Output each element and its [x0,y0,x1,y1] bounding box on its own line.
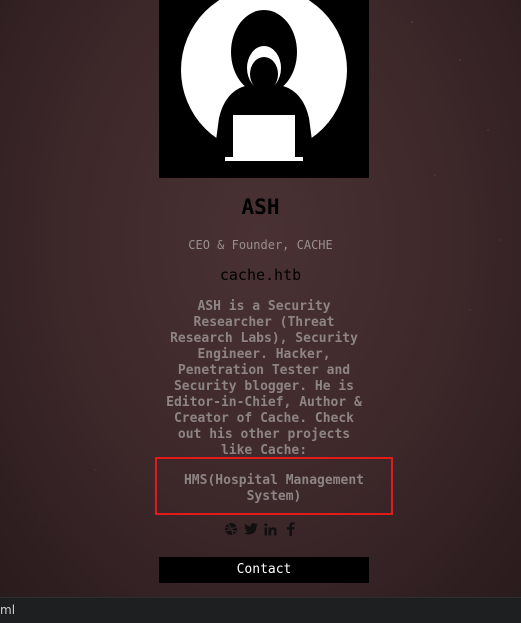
status-url-text: ml [0,603,16,617]
contact-button[interactable]: Contact [159,557,369,583]
profile-site: cache.htb [219,266,302,284]
project-name: HMS(Hospital Management System) [183,473,364,504]
twitter-icon[interactable] [243,521,258,537]
profile-name: ASH [241,195,280,219]
dribbble-icon[interactable] [224,521,238,537]
social-links [0,521,521,537]
profile-bio: ASH is a Security Researcher (Threat Res… [166,299,362,458]
facebook-icon[interactable] [284,521,298,537]
browser-status-bar: ml [0,597,521,623]
profile-role: CEO & Founder, CACHE [188,238,333,252]
page-background: ASH CEO & Founder, CACHE cache.htb ASH i… [0,0,521,597]
linkedin-icon[interactable] [264,521,278,537]
hooded-hacker-icon [181,0,347,178]
profile-avatar [159,0,369,178]
